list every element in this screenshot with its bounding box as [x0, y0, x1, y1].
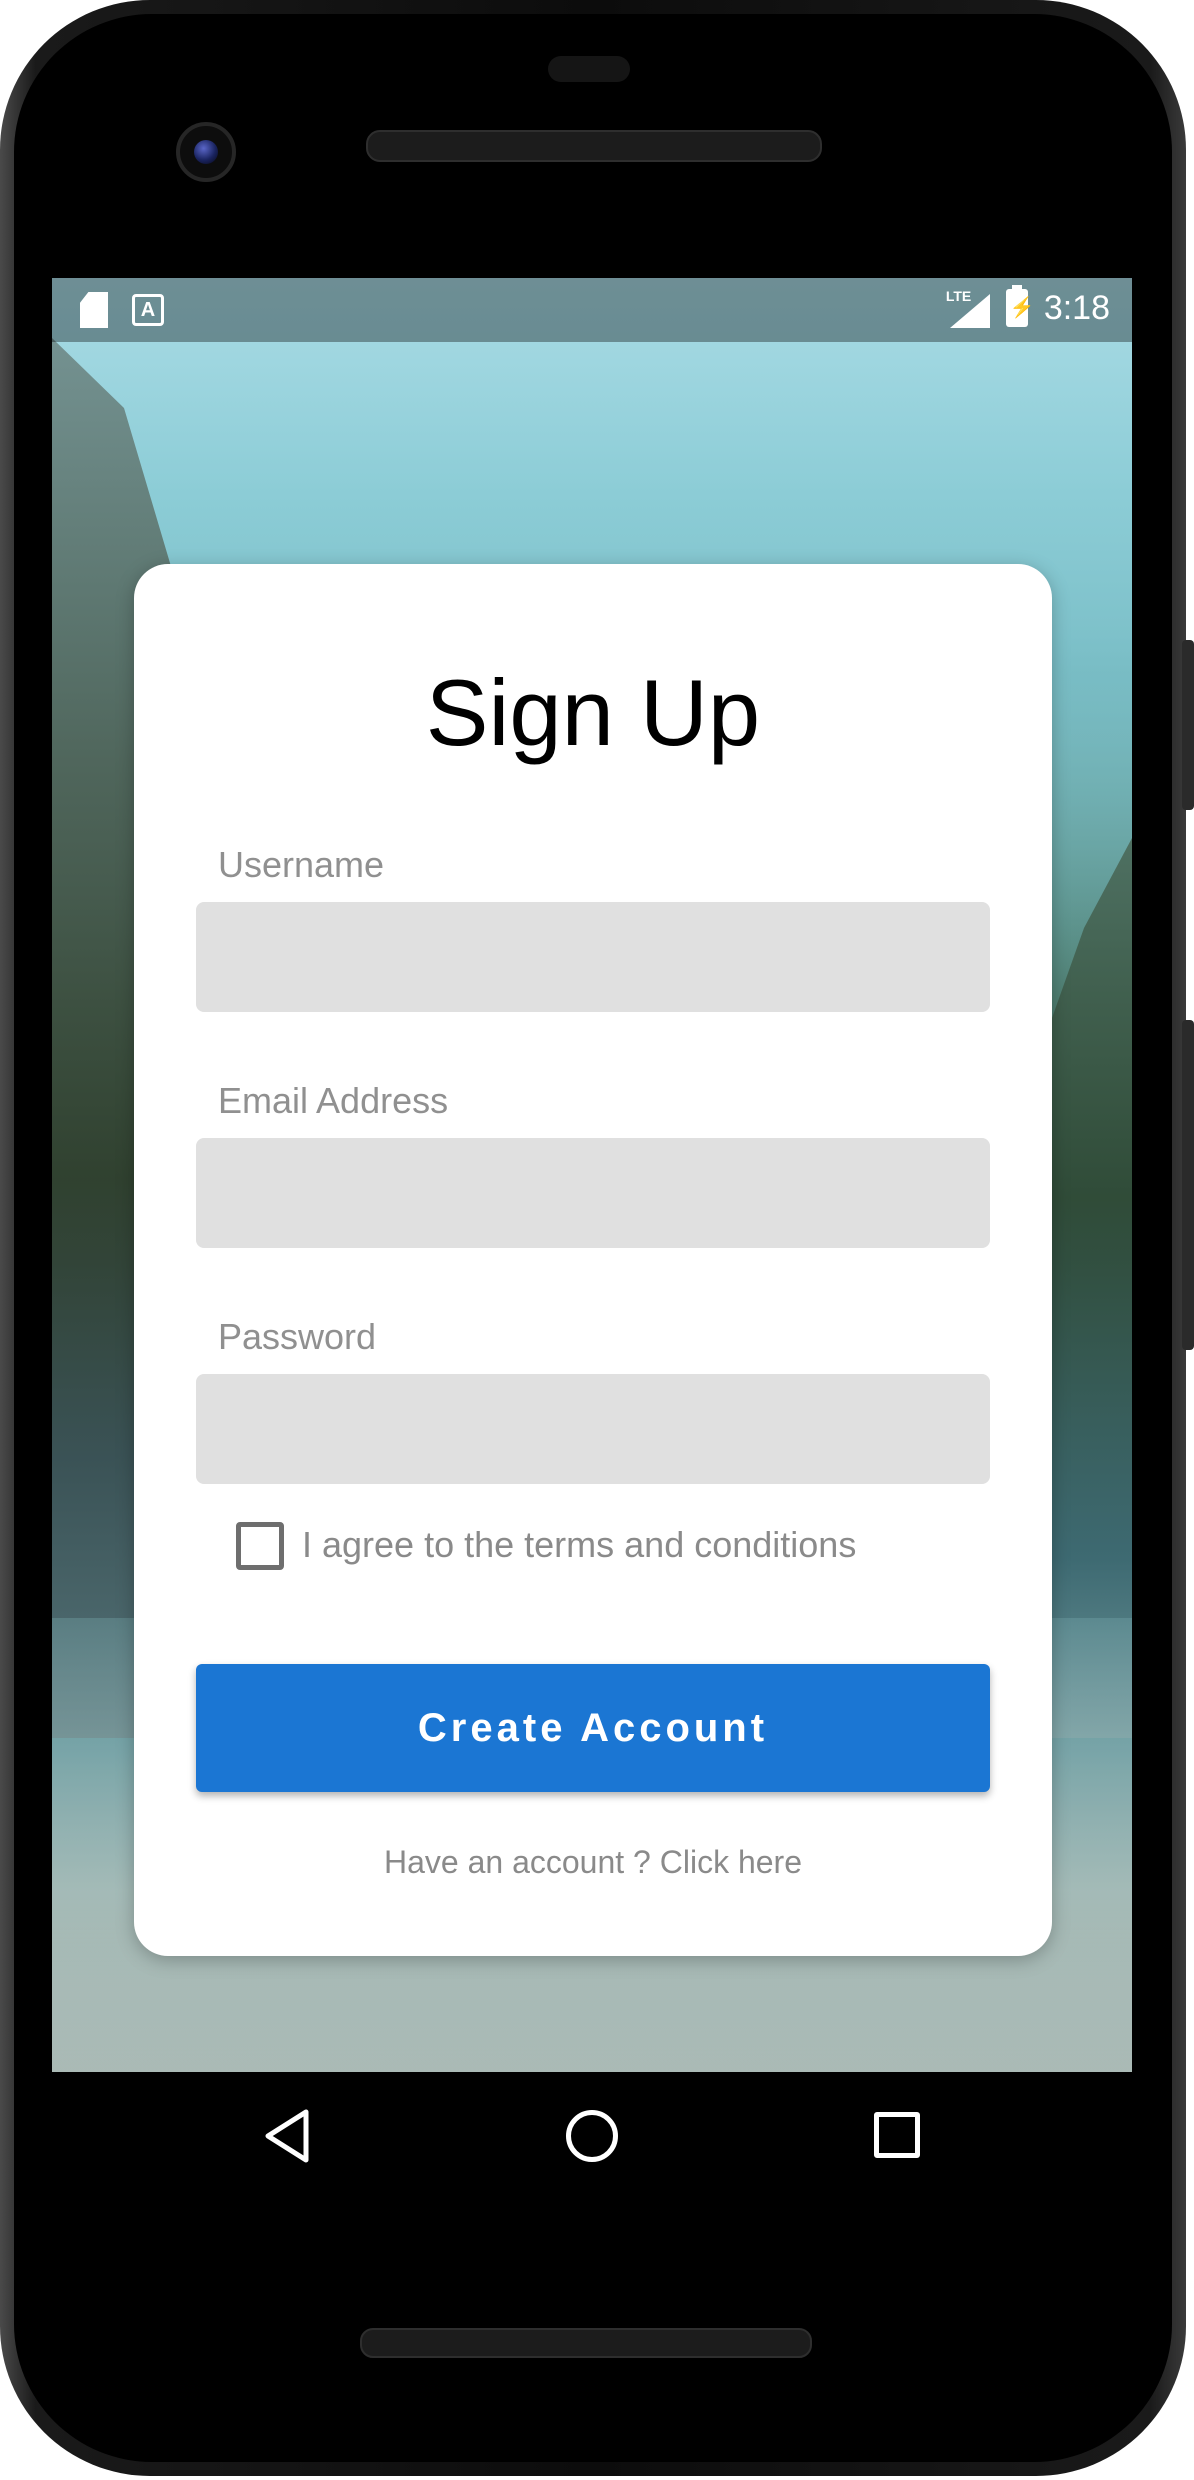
front-camera-icon [176, 122, 236, 182]
password-input[interactable] [196, 1374, 990, 1484]
sd-card-icon [80, 292, 108, 328]
sensor [548, 56, 630, 82]
terms-label[interactable]: I agree to the terms and conditions [302, 1524, 856, 1566]
bottom-speaker [360, 2328, 812, 2358]
navigation-bar [52, 2072, 1132, 2202]
login-link[interactable]: Have an account ? Click here [134, 1844, 1052, 1881]
signal-icon: LTE [946, 288, 990, 328]
password-label: Password [218, 1316, 377, 1357]
username-label: Username [218, 844, 385, 885]
home-icon[interactable] [566, 2110, 618, 2162]
earpiece-speaker [366, 130, 822, 162]
signup-card: Sign Up Username Email Address Password … [134, 564, 1052, 1956]
battery-charging-icon: ⚡ [1005, 285, 1035, 327]
username-input[interactable] [196, 902, 990, 1012]
power-button [1182, 640, 1194, 810]
volume-button [1182, 1020, 1194, 1350]
page-title: Sign Up [425, 660, 761, 765]
terms-checkbox[interactable] [236, 1522, 284, 1570]
status-bar: A LTE ⚡ 3:18 [52, 278, 1132, 342]
create-account-button[interactable]: Create Account [196, 1664, 990, 1792]
a-notification-icon: A [132, 294, 164, 326]
email-input[interactable] [196, 1138, 990, 1248]
status-time: 3:18 [1043, 288, 1110, 327]
back-icon[interactable] [262, 2108, 312, 2164]
recents-icon[interactable] [874, 2112, 920, 2158]
phone-frame: A LTE ⚡ 3:18 Sign Up Username Email Addr… [0, 0, 1194, 2476]
email-label: Email Address [218, 1080, 449, 1121]
